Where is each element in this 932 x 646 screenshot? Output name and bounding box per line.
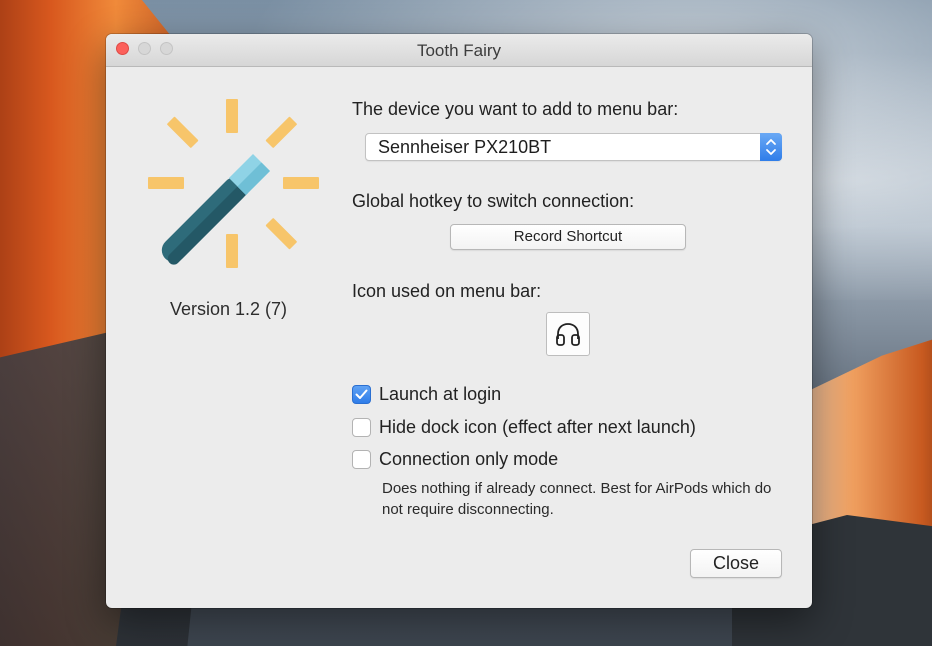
device-label: The device you want to add to menu bar: <box>352 99 679 119</box>
headphones-icon <box>556 323 580 346</box>
connection-only-description: Does nothing if already connect. Best fo… <box>382 480 772 518</box>
hide-dock-icon-option[interactable]: Hide dock icon (effect after next launch… <box>352 417 696 438</box>
connection-only-checkbox[interactable] <box>352 450 371 469</box>
hotkey-label: Global hotkey to switch connection: <box>352 191 635 211</box>
launch-at-login-option[interactable]: Launch at login <box>352 384 501 405</box>
hide-dock-icon-label: Hide dock icon (effect after next launch… <box>379 417 696 437</box>
menubar-icon-label: Icon used on menu bar: <box>352 281 542 301</box>
chevron-up-down-icon <box>766 139 776 155</box>
checkmark-icon <box>355 389 368 399</box>
close-button[interactable]: Close <box>690 549 782 578</box>
device-select-value: Sennheiser PX210BT <box>378 137 552 157</box>
launch-at-login-checkbox[interactable] <box>352 385 371 404</box>
select-stepper[interactable] <box>760 133 782 161</box>
title-bar[interactable]: Tooth Fairy <box>106 34 812 67</box>
device-select[interactable]: Sennheiser PX210BT <box>365 133 782 161</box>
menubar-icon-picker[interactable] <box>546 312 590 356</box>
launch-at-login-label: Launch at login <box>379 384 502 404</box>
record-shortcut-button[interactable]: Record Shortcut <box>450 224 686 250</box>
connection-only-label: Connection only mode <box>379 449 559 469</box>
version-label: Version 1.2 (7) <box>169 299 288 319</box>
window-title: Tooth Fairy <box>416 41 502 60</box>
magic-wand-icon <box>148 99 319 268</box>
connection-only-option[interactable]: Connection only mode <box>352 449 558 470</box>
preferences-window: Tooth Fairy Version 1.2 (7) The device y… <box>106 34 812 608</box>
hide-dock-icon-checkbox[interactable] <box>352 418 371 437</box>
